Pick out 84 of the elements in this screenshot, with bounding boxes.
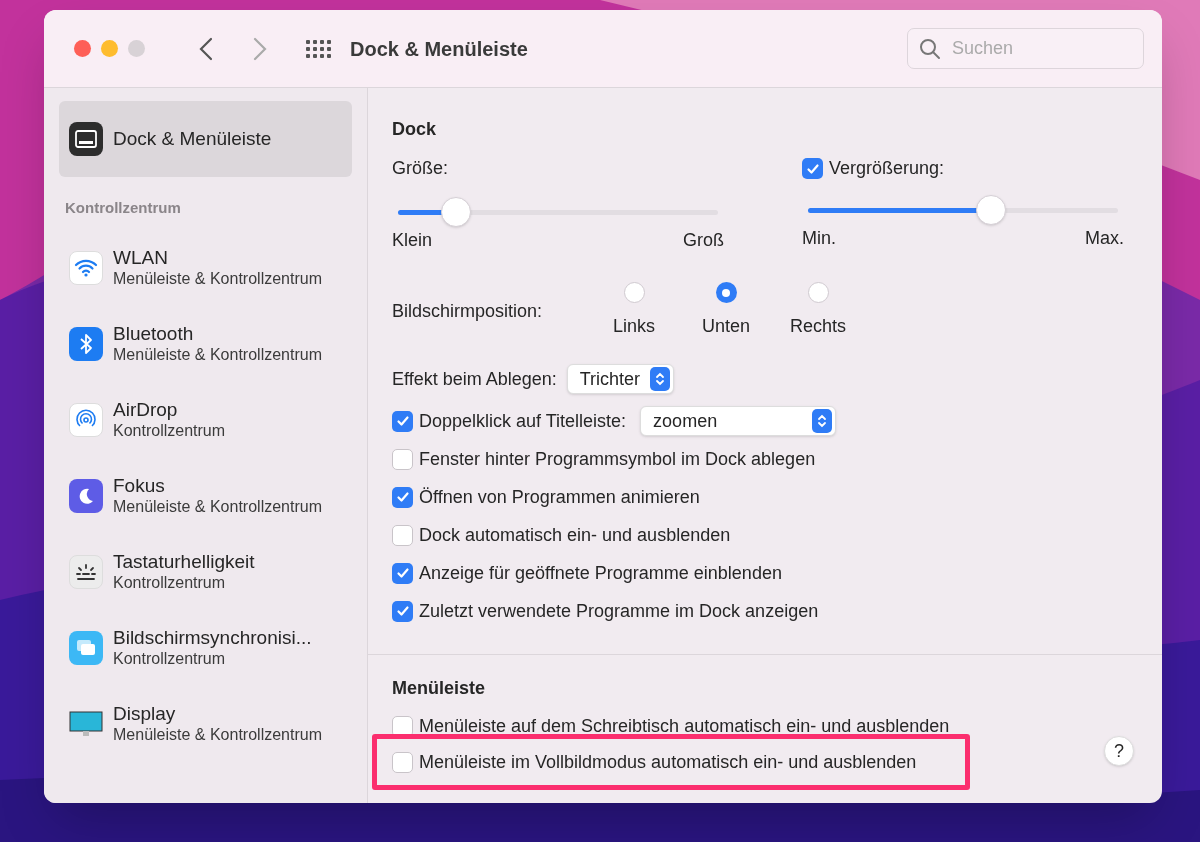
item-title: Display <box>113 701 177 726</box>
slider-min-label: Klein <box>392 229 433 252</box>
item-subtitle: Menüleiste & Kontrollzentrum <box>113 725 322 746</box>
checkbox-label: Vergrößerung: <box>829 157 945 180</box>
item-title: Fokus <box>113 473 166 498</box>
select-label: Effekt beim Ablegen: <box>392 367 557 391</box>
item-subtitle: Kontrollzentrum <box>113 649 227 670</box>
sidebar-item[interactable]: WLAN Menüleiste & Kontrollzentrum <box>59 229 352 306</box>
item-title: Bildschirmsynchronisi... <box>113 625 312 650</box>
sidebar-item[interactable]: Bluetooth Menüleiste & Kontrollzentrum <box>59 305 352 382</box>
checkbox-label: Menüleiste auf dem Schreibtisch automatisch ein- und ausblenden <box>419 714 950 738</box>
checkbox[interactable] <box>392 524 413 546</box>
item-title: Tastaturhelligkeit <box>113 549 255 574</box>
section-heading: Menüleiste <box>392 677 487 700</box>
checkbox[interactable] <box>392 448 413 470</box>
checkbox-label: Dock automatisch ein- und ausblenden <box>419 523 731 547</box>
item-title: Bluetooth <box>113 321 195 346</box>
item-title: AirDrop <box>113 397 179 422</box>
airdrop-icon <box>69 402 103 437</box>
close-button[interactable] <box>74 40 91 57</box>
search-field[interactable]: Suchen <box>907 28 1144 69</box>
radio-button[interactable] <box>715 282 737 303</box>
radio-label: Rechts <box>790 315 846 338</box>
checkbox-label: Zuletzt verwendete Programme im Dock anzeigen <box>419 599 819 623</box>
checkbox[interactable] <box>802 158 823 179</box>
checkmark-icon <box>395 566 410 580</box>
radio-label: Unten <box>701 315 750 338</box>
checkbox-label: Anzeige für geöffnete Programme einblenden <box>419 561 782 585</box>
checkbox-label: Menüleiste im Vollbildmodus automatisch ein- und ausblenden <box>419 750 917 774</box>
section-heading: Dock <box>392 118 437 141</box>
item-subtitle: Menüleiste & Kontrollzentrum <box>113 345 322 366</box>
checkbox-label: Öffnen von Programmen animieren <box>419 485 700 509</box>
section-header: Kontrollzentrum <box>64 198 182 218</box>
stepper-icon <box>650 367 671 391</box>
stepper-icon <box>812 409 833 433</box>
checkmark-icon <box>395 490 410 504</box>
item-subtitle: Kontrollzentrum <box>113 421 226 442</box>
sidebar-item[interactable]: Tastaturhelligkeit Kontrollzentrum <box>59 533 352 610</box>
dock-icon <box>69 122 103 156</box>
item-subtitle: Menüleiste & Kontrollzentrum <box>113 269 322 290</box>
forward-icon[interactable] <box>253 36 267 61</box>
bluetooth-icon <box>69 326 103 361</box>
slider-thumb[interactable] <box>975 195 1006 225</box>
titlebar-select[interactable]: zoomen <box>640 406 837 436</box>
checkbox[interactable] <box>392 715 413 737</box>
wifi-icon <box>69 250 103 285</box>
sidebar-item[interactable]: Dock & Menüleiste <box>59 101 352 177</box>
item-subtitle: Kontrollzentrum <box>113 573 227 594</box>
screens-icon <box>69 630 103 665</box>
sidebar-item[interactable]: Display Menüleiste & Kontrollzentrum <box>59 685 352 762</box>
sidebar-item[interactable]: AirDrop Kontrollzentrum <box>59 381 352 458</box>
checkbox-label: Fenster hinter Programmsymbol im Dock ablegen <box>419 447 816 471</box>
sidebar-item[interactable]: Bildschirmsynchronisi... Kontrollzentrum <box>59 609 352 686</box>
minimize-button[interactable] <box>101 40 118 57</box>
checkbox[interactable] <box>392 562 413 584</box>
help-button[interactable]: ? <box>1104 736 1134 766</box>
slider-label: Größe: <box>392 157 449 180</box>
moon-icon <box>69 478 103 513</box>
checkbox[interactable] <box>392 486 413 508</box>
checkmark-icon <box>805 161 820 176</box>
slider-max-label: Max. <box>1085 227 1124 250</box>
window-title: Dock & Menüleiste <box>350 36 528 62</box>
search-icon <box>919 38 941 60</box>
radio-button[interactable] <box>807 282 829 303</box>
checkbox[interactable] <box>392 751 413 773</box>
checkmark-icon <box>395 604 410 618</box>
effect-select[interactable]: Trichter <box>566 364 675 394</box>
item-title: Dock & Menüleiste <box>113 126 272 151</box>
slider-min-label: Min. <box>802 227 836 250</box>
radio-group-label: Bildschirmposition: <box>392 299 544 323</box>
brightness-icon <box>69 554 103 589</box>
item-title: WLAN <box>113 245 169 270</box>
radio-button[interactable] <box>623 282 645 303</box>
checkbox[interactable] <box>392 600 413 622</box>
item-subtitle: Menüleiste & Kontrollzentrum <box>113 497 322 518</box>
back-icon[interactable] <box>199 36 213 61</box>
sidebar-item[interactable]: Fokus Menüleiste & Kontrollzentrum <box>59 457 352 534</box>
radio-label: Links <box>613 315 655 338</box>
slider-thumb[interactable] <box>440 197 471 227</box>
checkmark-icon <box>395 414 410 428</box>
checkbox[interactable] <box>392 410 413 432</box>
slider-max-label: Groß <box>683 229 724 252</box>
checkbox-label: Doppelklick auf Titelleiste: <box>419 409 627 433</box>
grid-icon[interactable] <box>305 37 333 60</box>
